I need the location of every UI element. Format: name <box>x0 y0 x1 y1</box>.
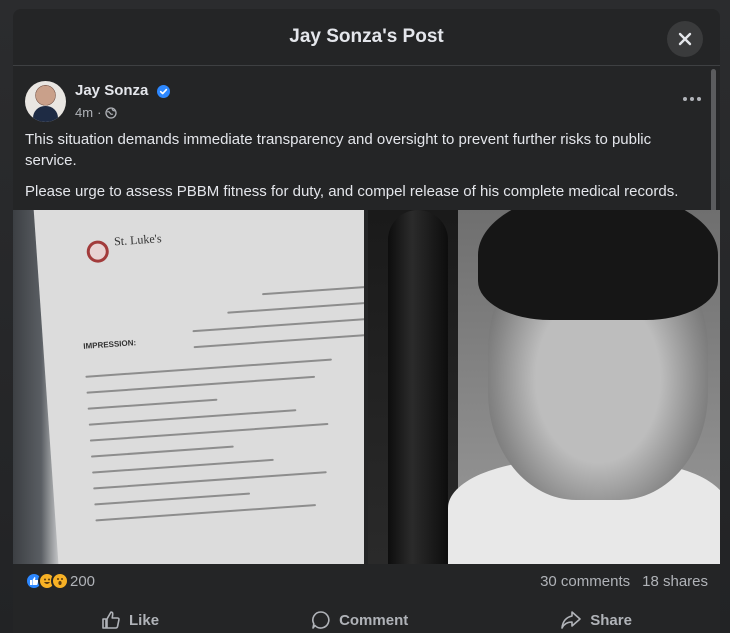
like-button[interactable]: Like <box>81 606 179 633</box>
document-paper: St. Luke's IMPRESSION: <box>33 210 364 564</box>
comments-count[interactable]: 30 comments <box>540 573 630 590</box>
shares-count[interactable]: 18 shares <box>642 573 708 590</box>
hair <box>478 210 718 320</box>
post-meta: 4m · <box>75 105 118 120</box>
verified-badge-icon <box>156 84 170 98</box>
wow-reaction-icon <box>51 572 69 590</box>
reaction-summary[interactable]: 200 <box>25 572 95 590</box>
hospital-name: St. Luke's <box>113 231 162 249</box>
avatar[interactable] <box>25 81 66 122</box>
comment-icon <box>312 611 330 629</box>
share-icon <box>561 611 582 629</box>
reactions-bar: 200 30 comments 18 shares <box>25 569 708 593</box>
reaction-count: 200 <box>70 572 96 590</box>
post-modal: Jay Sonza's Post Jay Sonza 4m · This sit… <box>13 9 720 633</box>
comment-label: Comment <box>339 611 409 629</box>
action-bar: Like Comment Share <box>25 605 708 633</box>
post-time[interactable]: 4m <box>75 105 93 120</box>
chair-post <box>388 210 448 564</box>
share-button[interactable]: Share <box>540 606 652 633</box>
portrait-photo[interactable] <box>368 210 720 564</box>
post-media[interactable]: St. Luke's IMPRESSION: <box>13 210 720 564</box>
document-text-lines <box>84 344 355 522</box>
medical-document-photo[interactable]: St. Luke's IMPRESSION: <box>13 210 364 564</box>
more-options-button[interactable] <box>682 89 702 107</box>
close-button[interactable] <box>667 21 703 57</box>
post-paragraph: This situation demands immediate transpa… <box>25 131 652 169</box>
post-paragraph: Please urge to assess PBBM fitness for d… <box>25 183 679 200</box>
reaction-icons <box>25 572 69 590</box>
engagement-counts: 30 comments 18 shares <box>540 573 708 590</box>
document-heading: IMPRESSION: <box>83 338 137 351</box>
modal-header: Jay Sonza's Post <box>13 9 720 66</box>
hospital-logo <box>86 239 110 264</box>
more-horizontal-icon <box>683 97 701 101</box>
globe-icon <box>105 106 118 119</box>
like-label: Like <box>129 611 160 629</box>
author-name-link[interactable]: Jay Sonza <box>75 82 170 99</box>
like-icon <box>102 611 120 629</box>
scrollbar[interactable] <box>711 69 716 219</box>
meta-separator: · <box>97 105 102 120</box>
modal-title: Jay Sonza's Post <box>289 26 444 47</box>
post-header: Jay Sonza 4m · <box>25 81 708 125</box>
post-body: This situation demands immediate transpa… <box>25 129 706 212</box>
comment-button[interactable]: Comment <box>291 606 428 633</box>
author-name: Jay Sonza <box>75 82 149 99</box>
share-label: Share <box>590 611 632 629</box>
document-header-lines <box>189 272 364 349</box>
close-icon <box>678 32 692 46</box>
